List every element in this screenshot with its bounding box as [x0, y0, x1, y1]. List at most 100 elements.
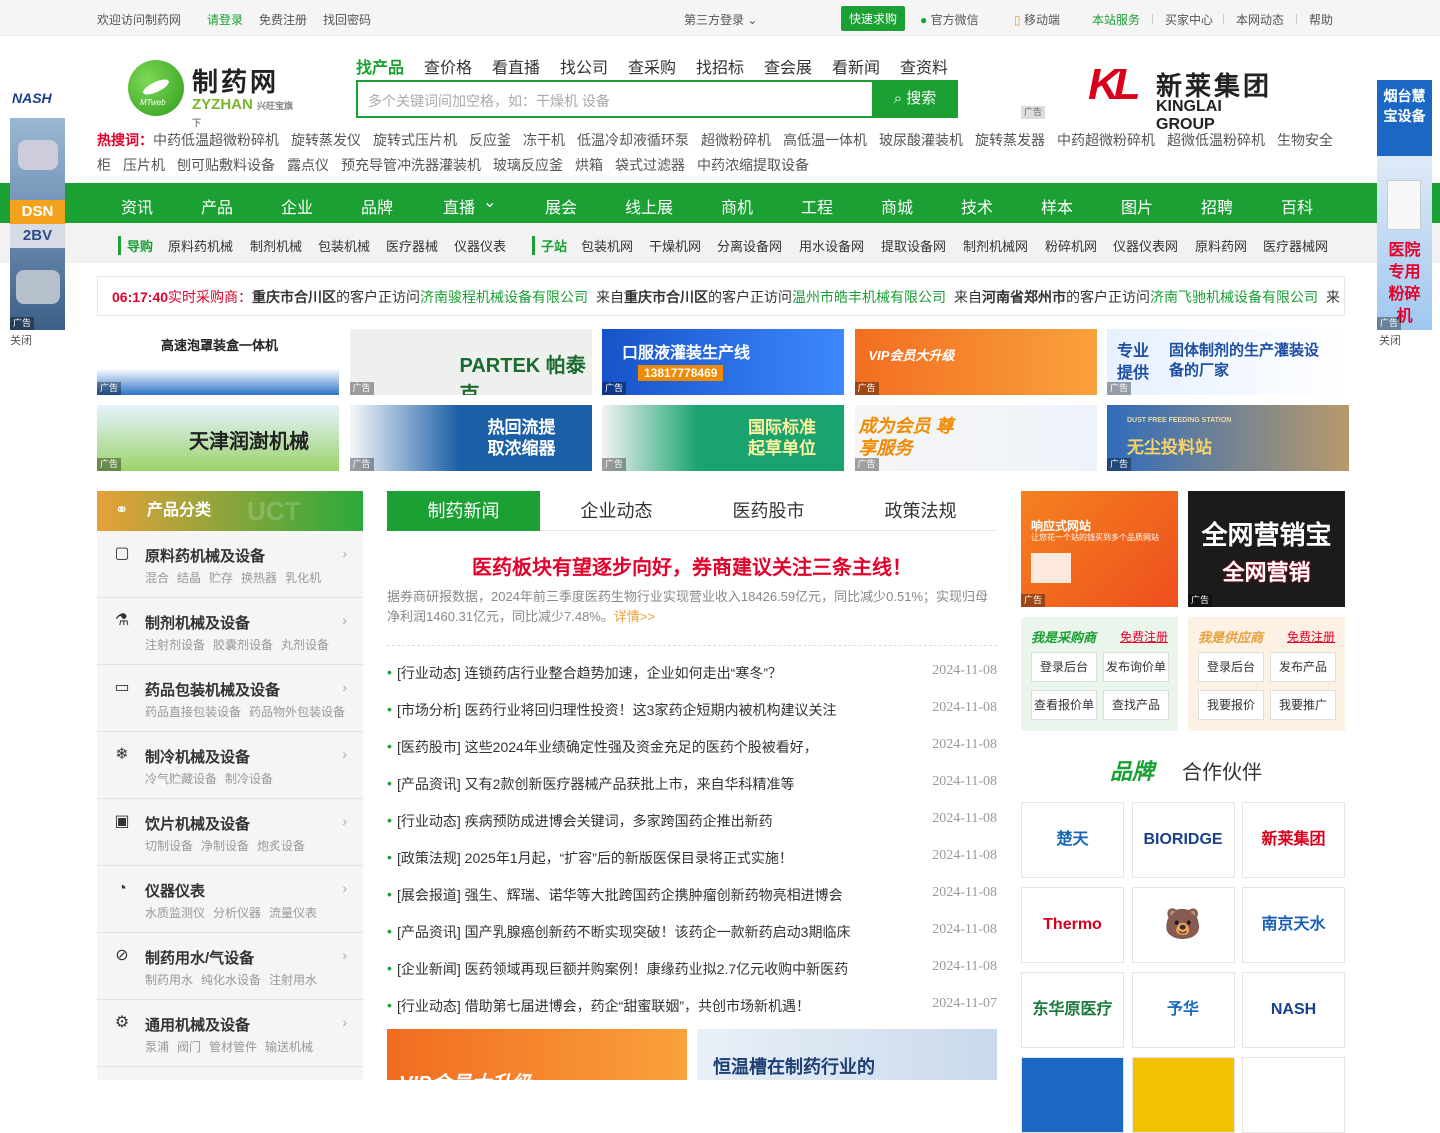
- headline[interactable]: 医药板块有望逐步向好，券商建议关注三条主线！: [387, 551, 997, 580]
- banner-ad[interactable]: 专业提供 固体制剂的生产灌装设备的厂家 广告: [1107, 329, 1349, 395]
- promote-button[interactable]: 我要推广: [1270, 690, 1336, 720]
- post-product-button[interactable]: 发布产品: [1270, 652, 1336, 682]
- news-item[interactable]: • [医药股市] 这些2024年业绩确定性强及资金充足的医药个股被看好， 2024-…: [387, 737, 997, 757]
- news-title[interactable]: [市场分析] 医药行业将回归理性投资！这3家药企短期内被机构建议关注: [397, 700, 836, 720]
- hot-search-word[interactable]: 旋转式压片机: [373, 132, 457, 148]
- banner-ad[interactable]: 国际标准起草单位 广告: [602, 405, 844, 471]
- hot-search-word[interactable]: 烘箱: [575, 157, 603, 173]
- tab-pharma-news[interactable]: 制药新闻: [387, 491, 540, 531]
- category-sub-link[interactable]: 分析仪器: [213, 906, 261, 920]
- news-title[interactable]: [政策法规] 2025年1月起，“扩容”后的新版医保目录将正式实施！: [397, 848, 793, 868]
- close-side-ad-button[interactable]: 关闭: [10, 332, 32, 348]
- supplier-register-link[interactable]: 免费注册: [1287, 628, 1335, 645]
- category-item[interactable]: ❄ 制冷机械及设备 冷气贮藏设备 制冷设备 ›: [97, 732, 363, 799]
- news-item[interactable]: • [产品资讯] 国产乳腺癌创新药不断实现突破！该药企一款新药启动3期临床 2024…: [387, 922, 997, 942]
- supplier-login-button[interactable]: 登录后台: [1198, 652, 1264, 682]
- nav-item[interactable]: 产品: [201, 194, 233, 218]
- category-item[interactable]: ▣ 饮片机械及设备 切制设备 净制设备 炮炙设备 ›: [97, 799, 363, 866]
- category-sub-link[interactable]: 丸剂设备: [281, 638, 329, 652]
- search-tab[interactable]: 查会展: [764, 54, 812, 78]
- banner-ad[interactable]: 无尘投料站 DUST FREE FEEDING STATION 广告: [1107, 405, 1349, 471]
- find-product-button[interactable]: 查找产品: [1103, 690, 1169, 720]
- recover-link[interactable]: 找回密码: [323, 11, 371, 28]
- guide-link[interactable]: 仪器仪表: [454, 236, 506, 255]
- hot-search-word[interactable]: 预充导管冲洗器灌装机: [341, 157, 481, 173]
- wechat-link[interactable]: ● 官方微信: [920, 11, 979, 28]
- hot-search-word[interactable]: 露点仪: [287, 157, 329, 173]
- category-sub-link[interactable]: 制冷设备: [225, 772, 273, 786]
- nav-item[interactable]: 品牌: [361, 194, 393, 218]
- brand-logo[interactable]: 东华原医疗: [1021, 972, 1124, 1048]
- search-tab[interactable]: 查价格: [424, 54, 472, 78]
- close-side-ad-button[interactable]: 关闭: [1379, 332, 1401, 348]
- post-inquiry-button[interactable]: 发布询价单: [1103, 652, 1169, 682]
- brand-logo[interactable]: 南京天水: [1242, 887, 1345, 963]
- hot-search-word[interactable]: 高低温一体机: [783, 132, 867, 148]
- category-sub-link[interactable]: 胶囊剂设备: [213, 638, 273, 652]
- nav-item[interactable]: 展会: [545, 194, 577, 218]
- news-title[interactable]: [产品资讯] 国产乳腺癌创新药不断实现突破！该药企一款新药启动3期临床: [397, 922, 850, 942]
- news-title[interactable]: [行业动态] 疾病预防成进博会关键词，多家跨国药企推出新药: [397, 811, 773, 831]
- banner-ad[interactable]: 天津润澍机械 广告: [97, 405, 339, 471]
- category-sub-link[interactable]: 输送机械: [265, 1040, 313, 1054]
- substation-link[interactable]: 包装机网: [581, 236, 633, 255]
- hot-search-word[interactable]: 中药浓缩提取设备: [697, 157, 809, 173]
- site-news-link[interactable]: 本网动态: [1236, 11, 1284, 28]
- news-item[interactable]: • [产品资讯] 又有2款创新医疗器械产品获批上市，来自华科精准等 2024-11-…: [387, 774, 997, 794]
- search-tab[interactable]: 找产品: [356, 54, 405, 82]
- tab-policy[interactable]: 政策法规: [844, 491, 997, 531]
- hot-search-word[interactable]: 冻干机: [523, 132, 565, 148]
- category-sub-link[interactable]: 贮存: [209, 571, 233, 585]
- category-sub-link[interactable]: 水质监测仪: [145, 906, 205, 920]
- category-item[interactable]: ▭ 药品包装机械及设备 药品直接包装设备 药品物外包装设备 ›: [97, 665, 363, 732]
- news-title[interactable]: [行业动态] 借助第七届进博会，药企“甜蜜联姻”，共创市场新机遇！: [397, 996, 810, 1016]
- news-title[interactable]: [展会报道] 强生、辉瑞、诺华等大批跨国药企携肿瘤创新药物亮相进博会: [397, 885, 843, 905]
- left-side-ad[interactable]: NASH DSN 2BV 广告: [10, 80, 65, 330]
- buyer-center-link[interactable]: 买家中心: [1165, 11, 1213, 28]
- category-item[interactable]: ⚗ 制剂机械及设备 注射剂设备 胶囊剂设备 丸剂设备 ›: [97, 598, 363, 665]
- category-item[interactable]: ◔ 仪器仪表 水质监测仪 分析仪器 流量仪表 ›: [97, 866, 363, 933]
- brand-logo[interactable]: [1242, 1057, 1345, 1133]
- hot-search-word[interactable]: 超微粉碎机: [701, 132, 771, 148]
- category-item[interactable]: ▢ 原料药机械及设备 混合 结晶 贮存 换热器 乳化机 ›: [97, 531, 363, 598]
- search-tab[interactable]: 查采购: [628, 54, 676, 78]
- category-sub-link[interactable]: 注射剂设备: [145, 638, 205, 652]
- substation-link[interactable]: 分离设备网: [717, 236, 782, 255]
- category-item[interactable]: ⊘ 制药用水/气设备 制药用水 纯化水设备 注射用水 ›: [97, 933, 363, 1000]
- ticker-company[interactable]: 济南骏程机械设备有限公司: [420, 289, 588, 305]
- ticker-company[interactable]: 温州市皓丰机械有限公司: [792, 289, 946, 305]
- nav-item[interactable]: 图片: [1121, 194, 1153, 218]
- hot-search-word[interactable]: 袋式过滤器: [615, 157, 685, 173]
- banner-ad[interactable]: 热回流提取浓缩器 广告: [349, 405, 592, 471]
- news-item[interactable]: • [企业新闻] 医药领域再现巨额并购案例！康缘药业拟2.7亿元收购中新医药 202…: [387, 959, 997, 979]
- category-sub-link[interactable]: 结晶: [177, 571, 201, 585]
- category-item[interactable]: ⚙ 通用机械及设备 泵浦 阀门 管材管件 输送机械 ›: [97, 1000, 363, 1067]
- hot-search-word[interactable]: 压片机: [123, 157, 165, 173]
- guide-link[interactable]: 制剂机械: [250, 236, 302, 255]
- hot-search-word[interactable]: 旋转蒸发仪: [291, 132, 361, 148]
- bottom-ad[interactable]: VIP会员大升级: [387, 1029, 687, 1080]
- brand-logo[interactable]: 楚天: [1021, 802, 1124, 878]
- guide-link[interactable]: 原料药机械: [168, 236, 233, 255]
- hot-search-word[interactable]: 玻尿酸灌装机: [879, 132, 963, 148]
- buyer-login-button[interactable]: 登录后台: [1031, 652, 1097, 682]
- category-sub-link[interactable]: 纯化水设备: [201, 973, 261, 987]
- news-item[interactable]: • [行业动态] 连锁药店行业整合趋势加速，企业如何走出“寒冬”？ 2024-11-…: [387, 663, 997, 683]
- banner-ad[interactable]: 口服液灌装生产线 13817778469 广告: [602, 329, 844, 395]
- nav-item[interactable]: 直播: [443, 194, 475, 218]
- substation-link[interactable]: 提取设备网: [881, 236, 946, 255]
- nav-item[interactable]: 工程: [801, 194, 833, 218]
- more-link[interactable]: 详情>>: [614, 609, 655, 624]
- ticker-company[interactable]: 济南飞驰机械设备有限公司: [1150, 289, 1318, 305]
- nav-item[interactable]: 百科: [1281, 194, 1313, 218]
- banner-ad[interactable]: VIP会员大升级 广告: [854, 329, 1097, 395]
- mobile-link[interactable]: ▯ 移动端: [1014, 11, 1060, 28]
- category-sub-link[interactable]: 药品直接包装设备: [145, 705, 241, 719]
- nav-item[interactable]: 商机: [721, 194, 753, 218]
- search-input[interactable]: 多个关键词间加空格，如：干燥机 设备: [356, 80, 874, 118]
- news-item[interactable]: • [行业动态] 借助第七届进博会，药企“甜蜜联姻”，共创市场新机遇！ 2024-1…: [387, 996, 997, 1016]
- register-link[interactable]: 免费注册: [259, 11, 307, 28]
- substation-link[interactable]: 干燥机网: [649, 236, 701, 255]
- hot-search-word[interactable]: 反应釜: [469, 132, 511, 148]
- substation-link[interactable]: 仪器仪表网: [1113, 236, 1178, 255]
